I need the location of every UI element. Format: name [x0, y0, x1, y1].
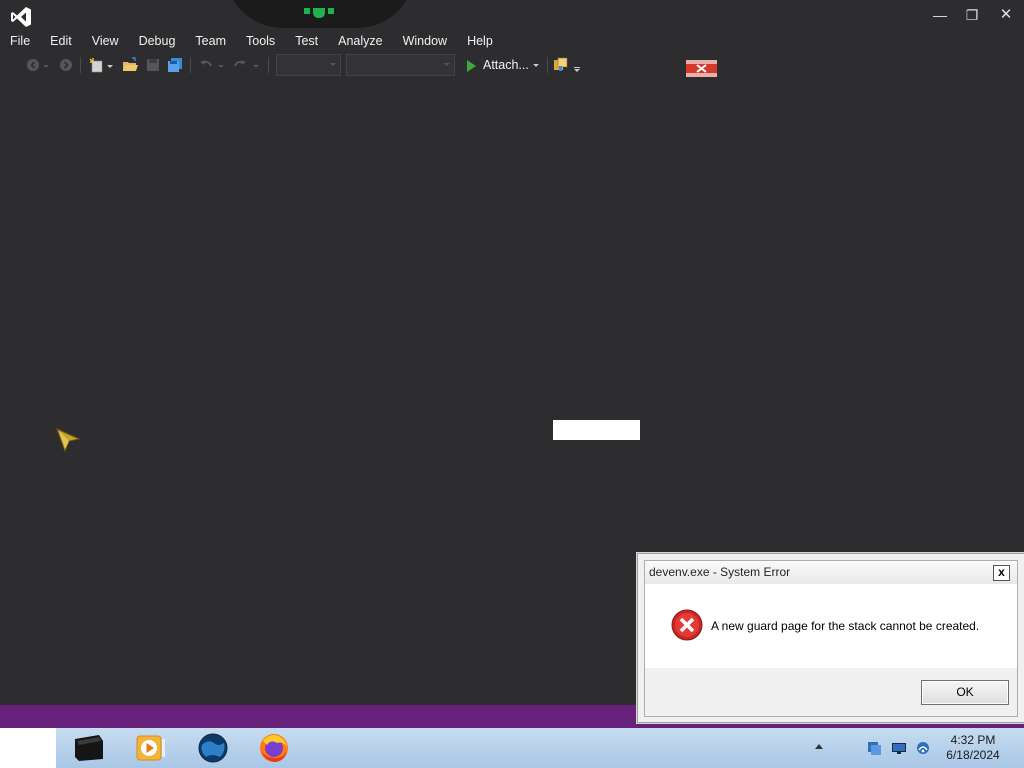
- new-project-dropdown-icon[interactable]: [106, 56, 114, 74]
- toolbar-separator: [80, 57, 81, 73]
- menu-file[interactable]: File: [0, 31, 40, 51]
- notification-flag-icon[interactable]: [686, 60, 717, 77]
- redo-icon[interactable]: [231, 56, 249, 74]
- taskbar: 4:32 PM 6/18/2024: [0, 728, 1024, 768]
- media-player-icon[interactable]: [134, 731, 168, 765]
- close-window-button[interactable]: ✕: [991, 4, 1021, 26]
- show-hidden-icons-icon[interactable]: [815, 744, 823, 749]
- attach-label: Attach...: [483, 58, 529, 72]
- chevron-down-icon: [444, 63, 450, 66]
- dialog-close-button[interactable]: x: [993, 565, 1010, 581]
- redo-dropdown-icon[interactable]: [252, 56, 260, 74]
- restore-button[interactable]: ❐: [957, 4, 987, 26]
- chevron-down-icon: [330, 63, 336, 66]
- dialog-body: A new guard page for the stack cannot be…: [645, 584, 1017, 668]
- toolbar-separator: [190, 57, 191, 73]
- blank-popup-artifact: [553, 420, 640, 440]
- solution-configuration-dropdown[interactable]: [276, 54, 341, 76]
- menu-tools[interactable]: Tools: [236, 31, 285, 51]
- menu-test[interactable]: Test: [285, 31, 328, 51]
- menu-help[interactable]: Help: [457, 31, 503, 51]
- dialog-title-bar[interactable]: devenv.exe - System Error x: [645, 561, 1017, 584]
- toolbar-separator: [268, 57, 269, 73]
- menu-debug[interactable]: Debug: [129, 31, 186, 51]
- clock-time: 4:32 PM: [950, 733, 996, 747]
- menu-bar: File Edit View Debug Team Tools Test Ana…: [0, 31, 520, 51]
- notification-badge-icon: [304, 8, 334, 18]
- menu-team[interactable]: Team: [185, 31, 236, 51]
- solution-platform-dropdown[interactable]: [346, 54, 455, 76]
- save-icon[interactable]: [144, 56, 162, 74]
- find-in-files-icon[interactable]: [552, 56, 570, 74]
- new-project-icon[interactable]: [88, 56, 106, 74]
- undo-icon[interactable]: [197, 56, 215, 74]
- start-button[interactable]: [0, 728, 56, 768]
- title-bar: — ❐ ✕: [0, 0, 1024, 32]
- wifi-icon[interactable]: [915, 740, 931, 756]
- dialog-message: A new guard page for the stack cannot be…: [711, 619, 980, 633]
- back-dropdown-icon[interactable]: [42, 56, 50, 74]
- toolbar-overflow-icon[interactable]: [572, 56, 582, 74]
- attach-button[interactable]: Attach...: [463, 55, 543, 75]
- ok-button[interactable]: OK: [921, 680, 1009, 705]
- undo-dropdown-icon[interactable]: [217, 56, 225, 74]
- open-file-icon[interactable]: [121, 56, 139, 74]
- desktop-screen: — ❐ ✕ File Edit View Debug Team Tools Te…: [0, 0, 1024, 768]
- mouse-pointer-icon: [56, 428, 81, 453]
- error-icon: [671, 609, 703, 641]
- globe-icon[interactable]: [196, 731, 230, 765]
- forward-icon[interactable]: [57, 56, 75, 74]
- menu-window[interactable]: Window: [393, 31, 457, 51]
- menu-view[interactable]: View: [82, 31, 129, 51]
- network-icon[interactable]: [866, 740, 882, 756]
- dialog-frame: devenv.exe - System Error x A new guard …: [644, 560, 1018, 717]
- standard-toolbar: Attach...: [0, 54, 720, 76]
- firefox-icon[interactable]: [257, 731, 291, 765]
- attach-dropdown-icon[interactable]: [533, 64, 539, 67]
- minimize-button[interactable]: —: [925, 4, 955, 26]
- clock-date: 6/18/2024: [946, 748, 1000, 762]
- dialog-title: devenv.exe - System Error: [649, 565, 791, 579]
- dialog-footer: OK: [645, 668, 1017, 716]
- visual-studio-logo-icon: [11, 7, 31, 27]
- back-icon[interactable]: [24, 56, 42, 74]
- play-icon: [467, 60, 476, 72]
- menu-analyze[interactable]: Analyze: [328, 31, 392, 51]
- save-all-icon[interactable]: [166, 56, 184, 74]
- visual-studio-icon[interactable]: [72, 731, 106, 765]
- toolbar-separator: [547, 57, 548, 73]
- system-error-dialog: devenv.exe - System Error x A new guard …: [637, 553, 1024, 723]
- menu-edit[interactable]: Edit: [40, 31, 82, 51]
- system-clock[interactable]: 4:32 PM 6/18/2024: [935, 733, 1011, 763]
- display-icon[interactable]: [891, 740, 907, 756]
